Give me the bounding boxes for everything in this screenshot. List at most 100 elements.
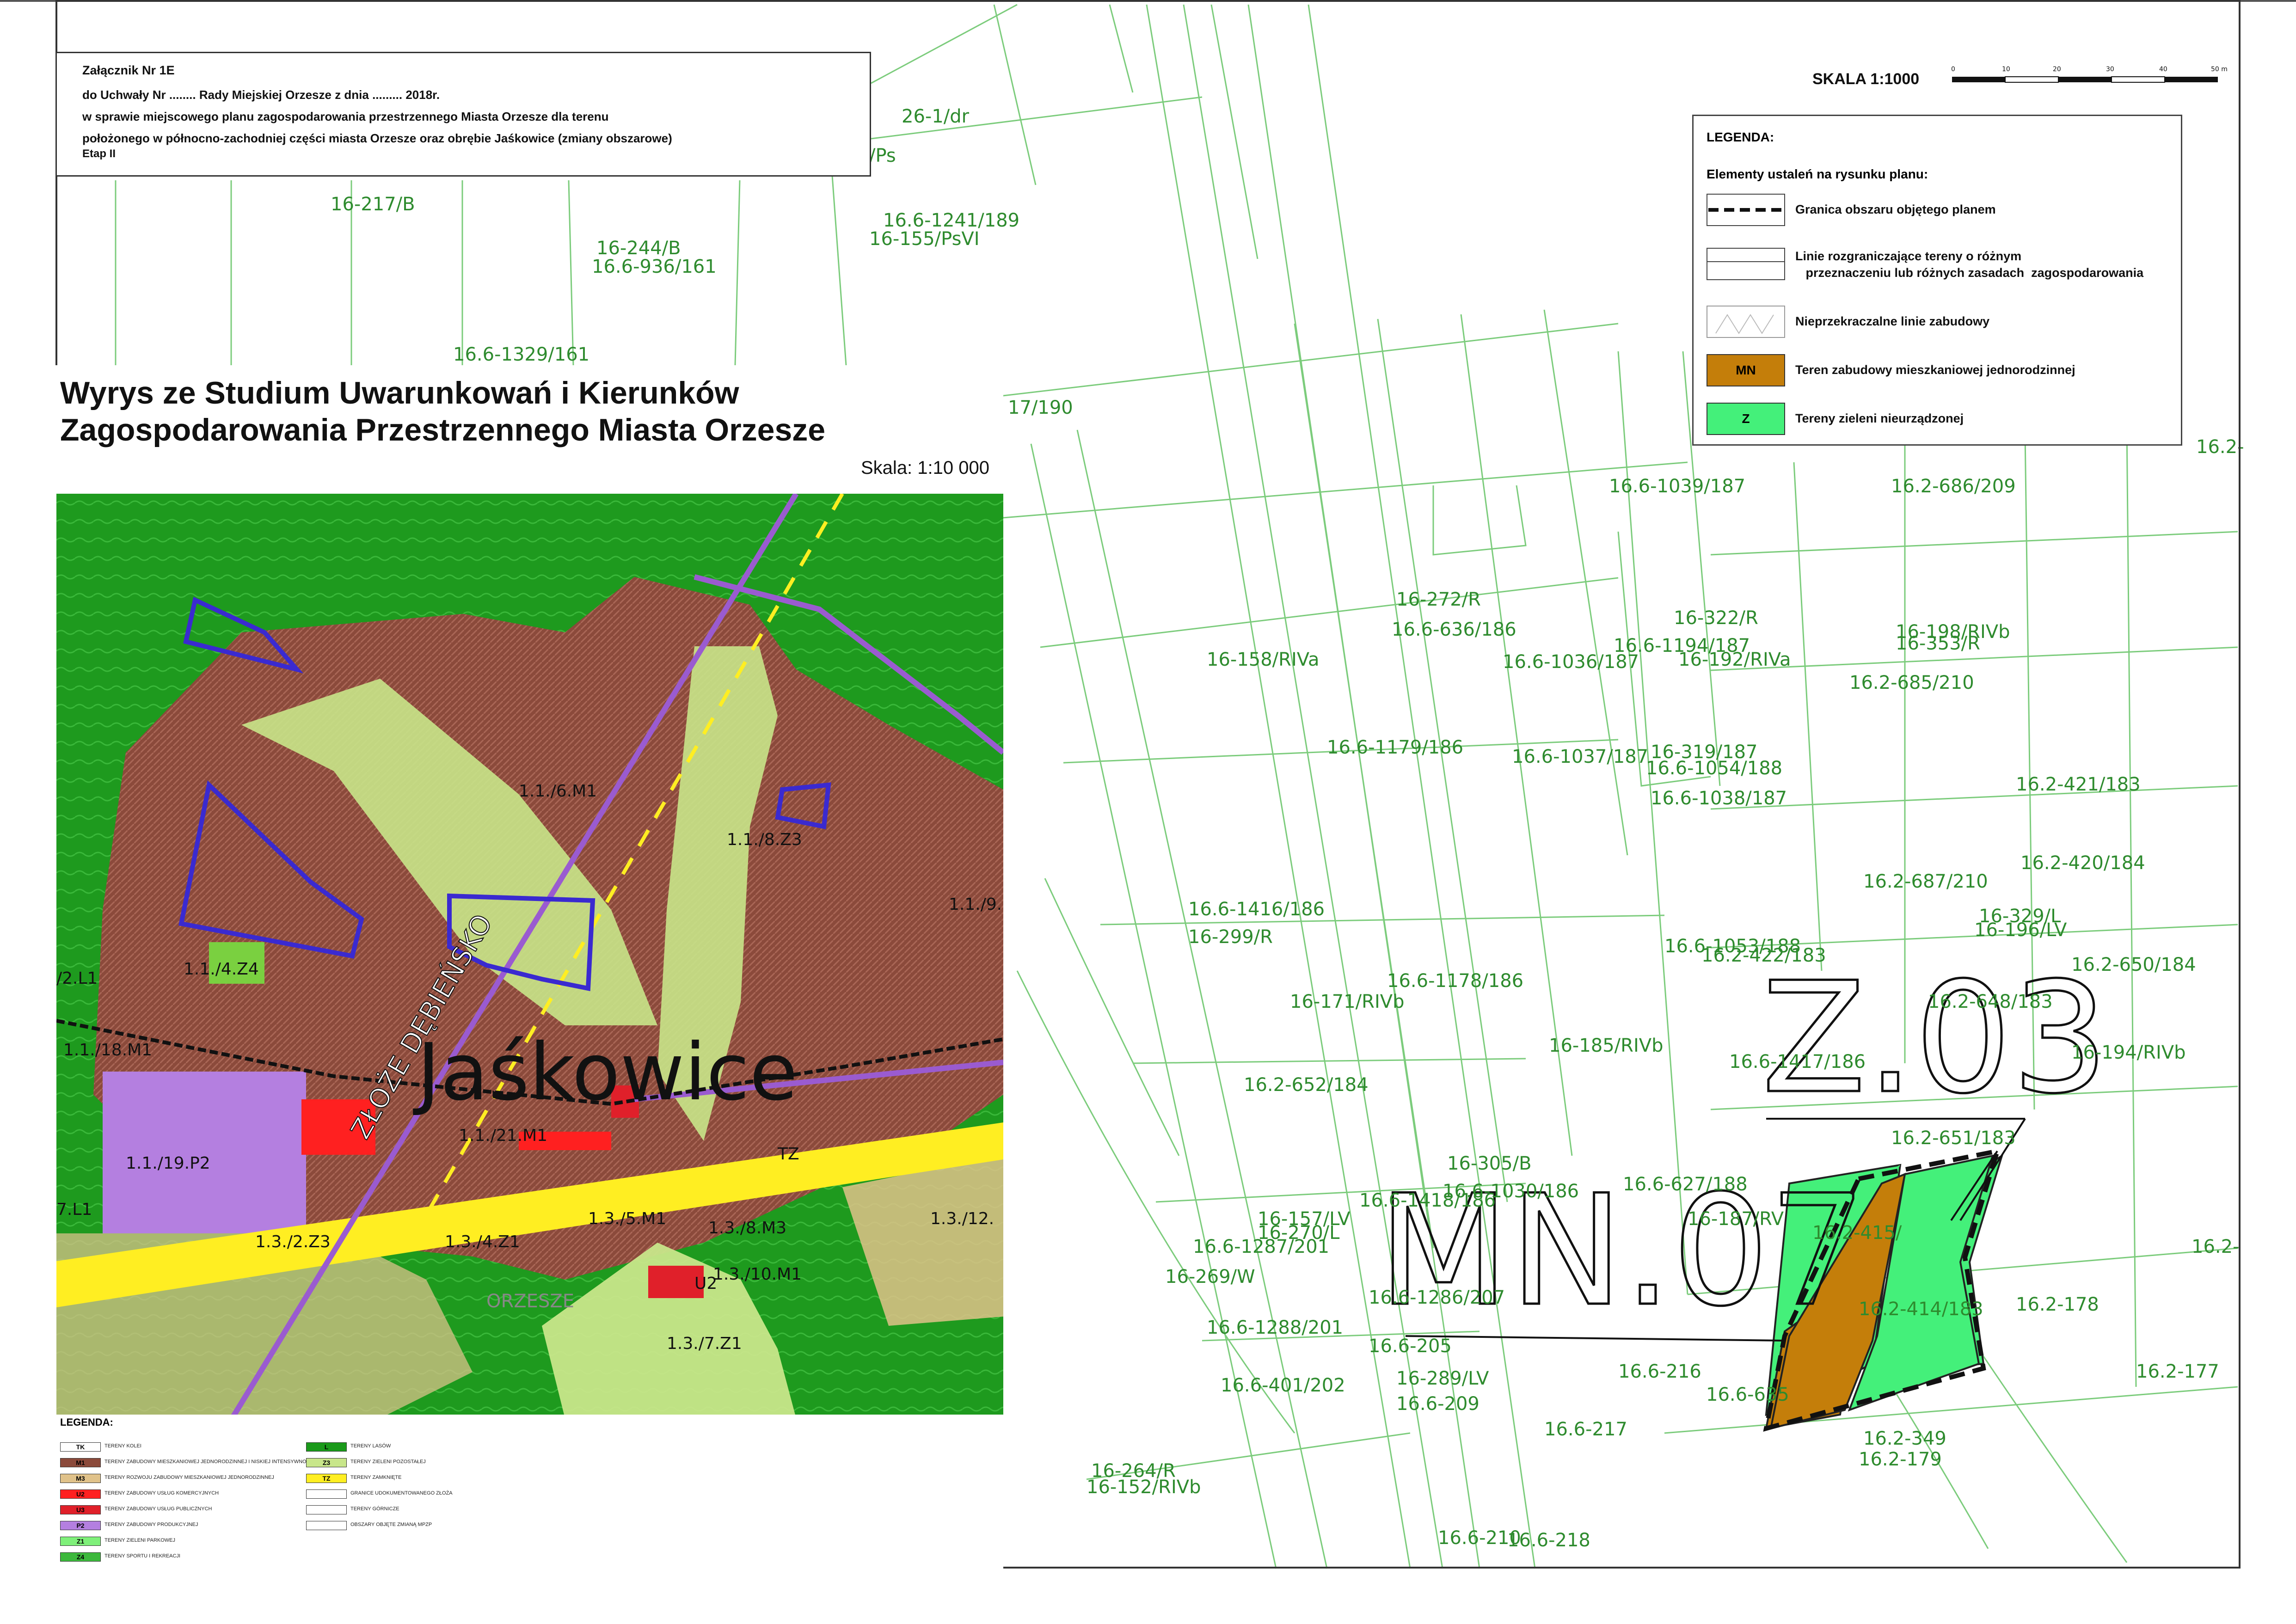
legend-item-text: TERENY ZABUDOWY MIESZKANIOWEJ JEDNORODZI… [104,1459,315,1465]
legend-row-boundary: Granica obszaru objętego planem [1707,194,2173,235]
legend-label-mn: Teren zabudowy mieszkaniowej jednorodzin… [1795,363,2075,377]
studium-legend-item: TK TERENY KOLEI [60,1442,338,1452]
legend-swatch [306,1489,347,1499]
scale-tick-10: 10 [2002,66,2010,73]
legend-row-building-line: Nieprzekraczalne linie zabudowy [1707,306,2173,347]
legend-swatch: M1 [60,1458,101,1467]
legend-swatch: M3 [60,1474,101,1483]
annex-title: Załącznik Nr 1E [82,63,175,77]
subject-line-2: położonego w północno-zachodniej części … [82,131,672,145]
legend-swatch: TK [60,1442,101,1452]
legend-item-text: TERENY ZABUDOWY USŁUG PUBLICZNYCH [104,1506,212,1512]
area-label-5: 1.1./21.M1 [459,1126,547,1145]
scale-tick-30: 30 [2106,66,2114,73]
studium-legend-title: LEGENDA: [60,1416,113,1428]
studium-scale: Skala: 1:10 000 [861,458,989,478]
area-label-4: 1.1./19.P2 [126,1154,210,1173]
studium-map: 1.1./6.M1 1.1./8.Z3 1.1./4.Z4 1.1./18.M1… [56,494,1003,1418]
legend-subtitle: Elementy ustaleń na rysunku planu: [1707,167,1928,181]
town-name: ORZESZE [486,1291,574,1312]
area-label-16: TZ [777,1145,799,1164]
legend-row-mn: MN Teren zabudowy mieszkaniowej jednorod… [1707,354,2173,396]
legend-row-lines: Linie rozgraniczające tereny o różnym pr… [1707,248,2173,289]
legend-swatch: Z1 [60,1537,101,1546]
legend-label-lines: Linie rozgraniczające tereny o różnym pr… [1795,249,2144,280]
resolution-line: do Uchwały Nr ........ Rady Miejskiej Or… [82,88,440,102]
studium-legend: LEGENDA: TK TERENY KOLEI M1 TERENY ZABUDOWY… [56,1415,1003,1572]
legend-swatch: L [306,1442,347,1452]
area-label-17: U2 [694,1274,717,1293]
studium-legend-item: GRANICE UDOKUMENTOWANEGO ZŁOŻA [306,1489,583,1500]
studium-legend-item: M1 TERENY ZABUDOWY MIESZKANIOWEJ JEDNOROD… [60,1458,338,1468]
legend-item-text: TERENY ZAMKNIĘTE [350,1475,402,1480]
area-label-12: 1.3./12. [930,1209,994,1228]
dashed-boundary-icon [1707,194,1785,226]
legend-item-text: TERENY ROZWOJU ZABUDOWY MIESZKANIOWEJ JE… [104,1475,274,1480]
legend-item-text: TERENY ZABUDOWY PRODUKCYJNEJ [104,1522,198,1527]
area-label-2: 1.1./4.Z4 [184,960,259,979]
place-name: Jaśkowice [413,1027,798,1118]
area-label-1: 1.1./8.Z3 [727,830,802,849]
legend-item-text: TERENY ZIELENI POZOSTAŁEJ [350,1459,426,1465]
studium-legend-item: OBSZARY OBJĘTE ZMIANĄ MPZP [306,1521,583,1531]
legend-item-text: GRANICE UDOKUMENTOWANEGO ZŁOŻA [350,1490,453,1496]
scale-tick-20: 20 [2053,66,2061,73]
area-label-15: /2.L1 [56,969,98,988]
scale-label: SKALA 1:1000 [1812,70,1920,88]
studium-title: Wyrys ze Studium Uwarunkowań i Kierunków… [60,374,825,448]
legend-swatch: P2 [60,1521,101,1530]
legend-item-text: TERENY ZIELENI PARKOWEJ [104,1538,176,1543]
legend-label-z: Tereny zieleni nieurządzonej [1795,411,1964,425]
studium-legend-item: TZ TERENY ZAMKNIĘTE [306,1474,583,1484]
mn-swatch: MN [1707,354,1785,386]
area-label-14: 7.L1 [56,1200,92,1219]
studium-legend-item: Z3 TERENY ZIELENI POZOSTAŁEJ [306,1458,583,1468]
stage-line: Etap II [82,147,116,160]
scale-tick-50: 50 m [2211,66,2228,73]
legend-item-text: OBSZARY OBJĘTE ZMIANĄ MPZP [350,1522,432,1527]
area-label-11: 1.3./7.Z1 [667,1334,742,1353]
legend-swatch: U2 [60,1489,101,1499]
studium-legend-item: Z1 TERENY ZIELENI PARKOWEJ [60,1537,338,1547]
area-label-6: 1.3./5.M1 [588,1209,666,1228]
legend-swatch [306,1505,347,1514]
building-line-icon [1707,306,1785,338]
scale-tick-40: 40 [2159,66,2167,73]
area-label-10: 1.3./10.M1 [713,1265,802,1284]
legend-label-building-line: Nieprzekraczalne linie zabudowy [1795,314,1990,328]
studium-title-line-2: Zagospodarowania Przestrzennego Miasta O… [60,412,826,447]
legend-swatch: U3 [60,1505,101,1514]
legend-row-z: Z Tereny zieleni nieurządzonej [1707,403,2173,444]
studium-legend-item: U2 TERENY ZABUDOWY USŁUG KOMERCYJNYCH [60,1489,338,1500]
area-label-7: 1.3./8.M3 [708,1219,786,1238]
legend-swatch: Z4 [60,1552,101,1562]
legend-title: LEGENDA: [1707,130,1774,144]
legend-label-boundary: Granica obszaru objętego planem [1795,202,1996,216]
studium-legend-item: Z4 TERENY SPORTU I REKREACJI [60,1552,338,1563]
area-label-3: 1.1./18.M1 [63,1041,152,1060]
area-label-8: 1.3./2.Z3 [255,1232,331,1251]
legend-item-text: TERENY KOLEI [104,1443,141,1449]
legend-item-text: TERENY LASÓW [350,1443,391,1449]
studium-legend-item: L TERENY LASÓW [306,1442,583,1452]
legend-swatch: Z3 [306,1458,347,1467]
subject-line-1: w sprawie miejscowego planu zagospodarow… [82,110,609,123]
area-label-9: 1.3./4.Z1 [445,1232,520,1251]
studium-legend-item: U3 TERENY ZABUDOWY USŁUG PUBLICZNYCH [60,1505,338,1515]
studium-title-line-1: Wyrys ze Studium Uwarunkowań i Kierunków [60,375,739,411]
area-label-13: 1.1./9. [949,895,1002,914]
area-label-0: 1.1./6.M1 [519,782,597,801]
double-line-icon [1707,248,1785,280]
resolution-header: Załącznik Nr 1E do Uchwały Nr ........ R… [55,52,871,177]
legend-swatch: TZ [306,1474,347,1483]
plan-legend: LEGENDA: Elementy ustaleń na rysunku pla… [1692,115,2182,446]
legend-swatch [306,1521,347,1530]
legend-item-text: TERENY SPORTU I REKREACJI [104,1553,181,1559]
scale-bar: 0 10 20 30 40 50 m [1951,66,2228,83]
scale-tick-0: 0 [1951,66,1955,73]
studium-legend-item: P2 TERENY ZABUDOWY PRODUKCYJNEJ [60,1521,338,1531]
legend-item-text: TERENY GÓRNICZE [350,1506,399,1512]
studium-legend-item: M3 TERENY ROZWOJU ZABUDOWY MIESZKANIOWEJ … [60,1474,338,1484]
p2-zone [103,1072,306,1233]
legend-item-text: TERENY ZABUDOWY USŁUG KOMERCYJNYCH [104,1490,219,1496]
